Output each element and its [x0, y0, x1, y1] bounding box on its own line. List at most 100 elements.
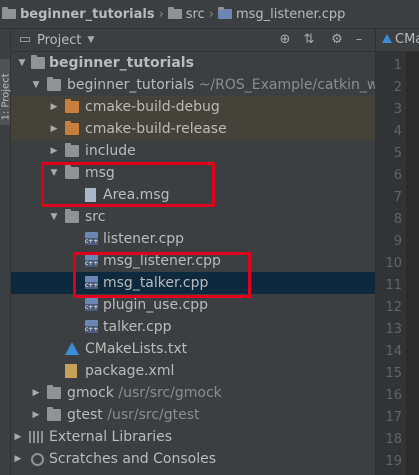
breadcrumb-separator: ›	[208, 6, 214, 22]
line-number: 18	[385, 432, 402, 447]
breadcrumb-project-label: beginner_tutorials	[20, 6, 155, 22]
project-tool-tab[interactable]: 1: Project	[0, 59, 12, 125]
tree-row-scratches[interactable]: ▶ Scratches and Consoles	[11, 448, 375, 470]
breadcrumb-project[interactable]: beginner_tutorials	[2, 7, 155, 22]
tree-label: External Libraries	[49, 429, 172, 445]
line-number: 16	[385, 388, 402, 403]
tree-row-listener-cpp[interactable]: listener.cpp	[11, 228, 375, 250]
line-number: 2	[393, 80, 402, 95]
hide-panel-icon[interactable]: –	[351, 32, 367, 48]
tree-label: talker.cpp	[103, 319, 172, 335]
expand-arrow-icon[interactable]: ▶	[49, 140, 59, 162]
expand-arrow-icon[interactable]: ▶	[13, 426, 23, 448]
line-number: 9	[393, 234, 402, 249]
tree-path: ~/ROS_Example/catkin_w	[198, 77, 379, 93]
breadcrumb-file[interactable]: msg_listener.cpp	[217, 7, 345, 22]
line-number: 5	[393, 146, 402, 161]
tree-row-talker-cpp[interactable]: talker.cpp	[11, 316, 375, 338]
project-view-icon: ▭	[18, 32, 32, 47]
tree-path: /usr/src/gtest	[107, 407, 200, 423]
cpp-file-icon	[85, 320, 98, 333]
line-number: 13	[385, 322, 402, 337]
tree-row-package-xml[interactable]: package.xml	[11, 360, 375, 382]
folder-icon	[47, 385, 61, 399]
tree-label: gtest	[67, 407, 103, 423]
tree-label: CMakeLists.txt	[85, 341, 188, 357]
folder-icon	[47, 407, 61, 421]
breadcrumb-separator: ›	[158, 6, 164, 22]
line-number: 6	[393, 168, 402, 183]
line-number: 12	[385, 300, 402, 315]
tree-row-module[interactable]: ▼ beginner_tutorials ~/ROS_Example/catki…	[11, 74, 378, 96]
expand-arrow-icon[interactable]: ▼	[49, 206, 59, 228]
tree-label: beginner_tutorials	[67, 77, 195, 93]
scratches-icon	[31, 453, 44, 466]
locate-file-icon[interactable]: ⊕	[277, 32, 293, 48]
expand-arrow-icon[interactable]: ▼	[31, 74, 41, 96]
line-number: 1	[393, 58, 402, 73]
expand-arrow-icon[interactable]: ▶	[49, 96, 59, 118]
highlight-box-src-files	[73, 252, 251, 298]
folder-icon	[65, 143, 79, 157]
gear-icon[interactable]: ⚙	[329, 32, 345, 48]
expand-arrow-icon[interactable]: ▶	[13, 448, 23, 470]
line-number: 11	[385, 278, 402, 293]
line-number: 10	[385, 256, 402, 271]
project-tool-tab-label: 1: Project	[0, 73, 12, 121]
tree-row-src[interactable]: ▼ src	[11, 206, 375, 228]
tree-row-gmock[interactable]: ▶ gmock /usr/src/gmock	[11, 382, 375, 404]
tree-label: gmock	[67, 385, 114, 401]
line-number: 3	[393, 102, 402, 117]
navigation-bar: beginner_tutorials › src › msg_listener.…	[0, 0, 419, 29]
editor-tab-label: CMakeLists.txt	[395, 32, 419, 47]
expand-arrow-icon[interactable]: ▶	[31, 382, 41, 404]
line-number: 15	[385, 366, 402, 381]
tree-row-root[interactable]: ▼ beginner_tutorials	[11, 52, 375, 74]
line-number: 8	[393, 212, 402, 227]
line-number: 7	[393, 190, 402, 205]
tree-row-cmakelists[interactable]: CMakeLists.txt	[11, 338, 375, 360]
expand-arrow-icon[interactable]: ▼	[17, 52, 27, 74]
tool-window-stripe: 1: Project	[0, 29, 12, 475]
excluded-folder-icon	[65, 121, 79, 135]
tree-label: include	[85, 143, 136, 159]
project-view-selector[interactable]: Project	[37, 33, 81, 48]
line-number: 4	[393, 124, 402, 139]
tree-row-include[interactable]: ▶ include	[11, 140, 375, 162]
tree-label: beginner_tutorials	[49, 55, 194, 71]
cmake-file-icon	[382, 34, 392, 43]
tree-label: listener.cpp	[103, 231, 185, 247]
expand-arrow-icon[interactable]: ▶	[49, 118, 59, 140]
breadcrumb-folder[interactable]: src	[167, 6, 205, 22]
cpp-file-icon	[85, 298, 98, 311]
tree-path: /usr/src/gmock	[118, 385, 222, 401]
project-panel: ▭ Project ▼ ⊕ ⇅ ⚙ – ▼ beginner_tutorials…	[11, 29, 378, 475]
project-panel-header: ▭ Project ▼ ⊕ ⇅ ⚙ –	[11, 29, 375, 52]
tree-row-cmake-build-debug[interactable]: ▶ cmake-build-debug	[11, 96, 375, 118]
cmake-file-icon	[65, 342, 79, 355]
tree-row-gtest[interactable]: ▶ gtest /usr/src/gtest	[11, 404, 375, 426]
code-area[interactable]	[406, 52, 419, 475]
folder-icon	[31, 55, 45, 69]
breadcrumb-folder-label: src	[185, 6, 205, 22]
library-icon	[29, 431, 43, 443]
tree-label: package.xml	[85, 363, 175, 379]
folder-icon	[167, 7, 182, 19]
tree-label: cmake-build-release	[85, 121, 227, 137]
line-number: 14	[385, 344, 402, 359]
chevron-down-icon[interactable]: ▼	[87, 35, 94, 45]
expand-arrow-icon[interactable]: ▶	[31, 404, 41, 426]
tree-label: cmake-build-debug	[85, 99, 220, 115]
tree-label: src	[85, 209, 106, 225]
tree-row-external-libraries[interactable]: ▶ External Libraries	[11, 426, 375, 448]
editor-area: CMakeLists.txt 1234567891011121314151617…	[375, 29, 419, 475]
collapse-all-icon[interactable]: ⇅	[301, 32, 317, 48]
tree-row-cmake-build-release[interactable]: ▶ cmake-build-release	[11, 118, 375, 140]
cpp-file-icon	[85, 232, 98, 245]
highlight-box-msg	[41, 162, 215, 207]
editor-tab[interactable]: CMakeLists.txt	[376, 29, 419, 52]
cpp-file-icon	[217, 7, 232, 19]
line-number: 19	[385, 454, 402, 469]
tree-label: Scratches and Consoles	[49, 451, 216, 467]
xml-file-icon	[65, 364, 77, 378]
